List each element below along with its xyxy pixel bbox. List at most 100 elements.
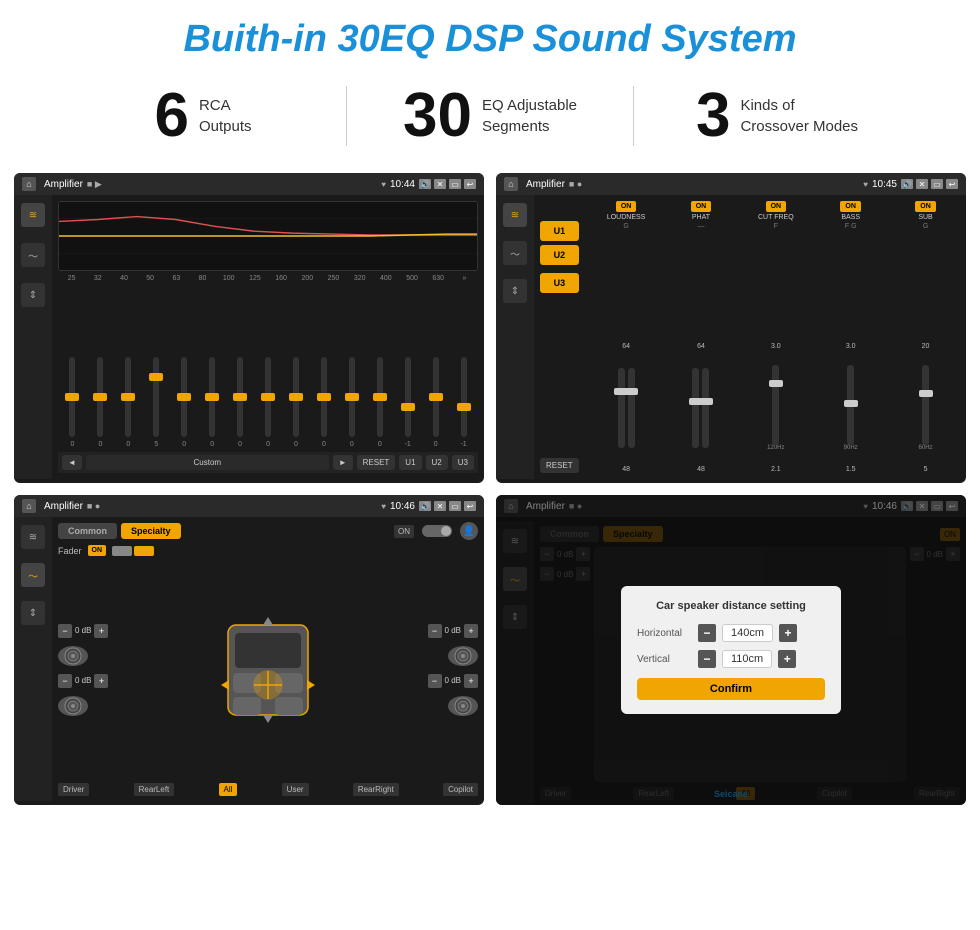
slider-track-1[interactable] <box>69 357 75 437</box>
freq-40: 40 <box>112 275 135 282</box>
eq-sidebar-arrows-icon[interactable]: ⇕ <box>21 283 45 307</box>
bass-on[interactable]: ON <box>840 201 861 212</box>
vertical-minus-btn[interactable]: − <box>698 650 716 668</box>
bass-label: BASS <box>841 214 860 221</box>
specialty-tab-3[interactable]: Specialty <box>121 523 181 539</box>
slider-track-7[interactable] <box>237 357 243 437</box>
eq-values-row: 0 0 0 5 0 0 0 0 0 0 0 0 -1 0 -1 <box>58 441 478 448</box>
val-12: 0 <box>367 441 392 448</box>
loudness-on[interactable]: ON <box>616 201 637 212</box>
copilot-btn-3[interactable]: Copilot <box>443 783 478 796</box>
db-row-fr: − 0 dB + <box>428 624 478 638</box>
fader-slider-active[interactable] <box>134 546 154 556</box>
slider-track-13[interactable] <box>405 357 411 437</box>
freq-500: 500 <box>400 275 423 282</box>
slider-track-4[interactable] <box>153 357 159 437</box>
back-icon-3: ↩ <box>464 501 476 511</box>
slider-col-14 <box>423 357 448 437</box>
slider-track-3[interactable] <box>125 357 131 437</box>
db-plus-rr[interactable]: + <box>464 674 478 688</box>
custom-button[interactable]: Custom <box>86 455 329 470</box>
db-plus-rl[interactable]: + <box>94 674 108 688</box>
u2-button-1[interactable]: U2 <box>426 455 448 470</box>
car-diagram <box>112 595 423 745</box>
val-10: 0 <box>311 441 336 448</box>
slider-track-2[interactable] <box>97 357 103 437</box>
eq-sidebar-eq-icon[interactable]: ≋ <box>21 203 45 227</box>
confirm-button[interactable]: Confirm <box>637 678 825 700</box>
slider-track-12[interactable] <box>377 357 383 437</box>
vertical-plus-btn[interactable]: + <box>778 650 796 668</box>
screen1-time: 10:44 <box>390 179 415 190</box>
u1-button-2[interactable]: U1 <box>540 221 579 241</box>
stat-rca: 6 RCAOutputs <box>60 85 346 147</box>
eq-sidebar-wave-icon[interactable]: 〜 <box>21 243 45 267</box>
db-minus-rl[interactable]: − <box>58 674 72 688</box>
slider-track-11[interactable] <box>349 357 355 437</box>
db-minus-fr[interactable]: − <box>428 624 442 638</box>
val-7: 0 <box>228 441 253 448</box>
common-tab-3[interactable]: Common <box>58 523 117 539</box>
screen2-statusbar: ⌂ Amplifier ■ ● ♥ 10:45 🔊 ✕ ▭ ↩ <box>496 173 966 195</box>
slider-track-6[interactable] <box>209 357 215 437</box>
prev-button[interactable]: ◄ <box>62 455 82 470</box>
val-3: 0 <box>116 441 141 448</box>
amp2-sidebar: ≋ 〜 ⇕ <box>496 195 534 479</box>
db-plus-fr[interactable]: + <box>464 624 478 638</box>
speaker-fl-icon <box>58 646 88 666</box>
next-button[interactable]: ► <box>333 455 353 470</box>
amp2-wave-icon[interactable]: 〜 <box>503 241 527 265</box>
cutfreq-on[interactable]: ON <box>766 201 787 212</box>
rearright-btn-3[interactable]: RearRight <box>353 783 399 796</box>
u1-button-1[interactable]: U1 <box>399 455 421 470</box>
slider-track-5[interactable] <box>181 357 187 437</box>
phat-on[interactable]: ON <box>691 201 712 212</box>
horizontal-plus-btn[interactable]: + <box>779 624 797 642</box>
db-minus-rr[interactable]: − <box>428 674 442 688</box>
amp3-arrows-icon[interactable]: ⇕ <box>21 601 45 625</box>
stat-rca-label: RCAOutputs <box>199 95 252 137</box>
expand-icon[interactable]: » <box>453 275 476 282</box>
amp3-sidebar: ≋ 〜 ⇕ <box>14 517 52 801</box>
val-5: 0 <box>172 441 197 448</box>
screen3-time: 10:46 <box>390 501 415 512</box>
profile-icon-3[interactable]: 👤 <box>460 522 478 540</box>
freq-80: 80 <box>191 275 214 282</box>
reset-button-2[interactable]: RESET <box>540 458 579 473</box>
screen2-time: 10:45 <box>872 179 897 190</box>
horizontal-minus-btn[interactable]: − <box>698 624 716 642</box>
x-icon-2: ✕ <box>916 179 928 189</box>
amp2-arrows-icon[interactable]: ⇕ <box>503 279 527 303</box>
fader-slider-track[interactable] <box>112 546 132 556</box>
sub-label: SUB <box>918 214 932 221</box>
db-plus-fl[interactable]: + <box>94 624 108 638</box>
fader-on-btn[interactable]: ON <box>88 545 107 556</box>
amp3-wave-icon[interactable]: 〜 <box>21 563 45 587</box>
amp3-eq-icon[interactable]: ≋ <box>21 525 45 549</box>
slider-col-11 <box>339 357 364 437</box>
toggle-switch-3[interactable] <box>422 525 452 537</box>
home-icon-3[interactable]: ⌂ <box>22 499 36 513</box>
slider-track-14[interactable] <box>433 357 439 437</box>
slider-col-3 <box>116 357 141 437</box>
phat-label: PHAT <box>692 214 710 221</box>
slider-track-10[interactable] <box>321 357 327 437</box>
rearleft-btn-3[interactable]: RearLeft <box>134 783 175 796</box>
all-btn-3[interactable]: All <box>219 783 238 796</box>
u3-button-1[interactable]: U3 <box>452 455 474 470</box>
driver-btn-3[interactable]: Driver <box>58 783 89 796</box>
reset-button-1[interactable]: RESET <box>357 455 396 470</box>
sub-on[interactable]: ON <box>915 201 936 212</box>
slider-track-15[interactable] <box>461 357 467 437</box>
u2-button-2[interactable]: U2 <box>540 245 579 265</box>
db-minus-fl[interactable]: − <box>58 624 72 638</box>
amp2-eq-icon[interactable]: ≋ <box>503 203 527 227</box>
speaker-rr-icon <box>448 696 478 716</box>
slider-col-5 <box>172 357 197 437</box>
u3-button-2[interactable]: U3 <box>540 273 579 293</box>
slider-track-8[interactable] <box>265 357 271 437</box>
user-btn-3[interactable]: User <box>282 783 309 796</box>
home-icon-1[interactable]: ⌂ <box>22 177 36 191</box>
slider-track-9[interactable] <box>293 357 299 437</box>
home-icon-2[interactable]: ⌂ <box>504 177 518 191</box>
